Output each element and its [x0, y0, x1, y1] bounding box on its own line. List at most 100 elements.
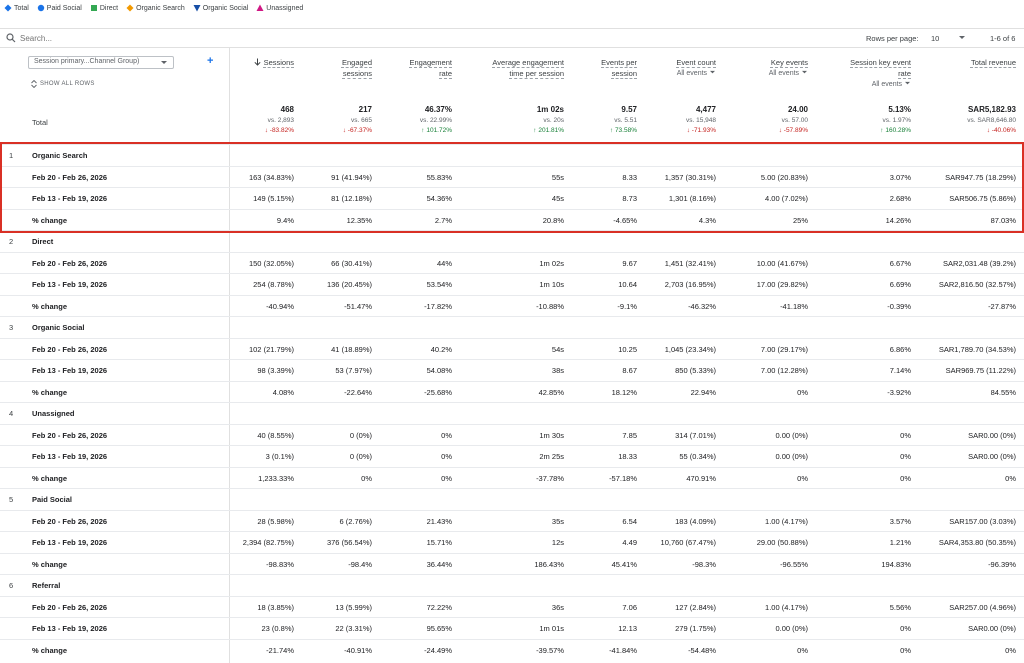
- table-cell: 29.00 (50.88%): [756, 538, 808, 547]
- total-value: 4,477: [695, 105, 716, 114]
- legend-item[interactable]: Organic Search: [126, 4, 185, 12]
- row-number: 3: [9, 323, 14, 332]
- table-cell: 1,451 (32.41%): [664, 258, 716, 268]
- total-cell: 9.57 vs. 5.51 ↑ 73.58%: [610, 104, 637, 136]
- channel-row[interactable]: 4 Unassigned: [0, 402, 1024, 424]
- column-header[interactable]: Session key event rate All events: [850, 57, 911, 90]
- dimension-label: Session primary...Channel Group): [34, 58, 140, 65]
- table-row: % change 1,233.33% 0% 0% -37.78% -57.18% 470.9…: [0, 466, 1024, 489]
- table-cell: 0%: [1005, 473, 1016, 483]
- total-cell: 217 vs. 665 ↓ -67.37%: [343, 104, 372, 136]
- channel-name: Unassigned: [32, 409, 75, 418]
- table-cell: 4.00 (7.02%): [765, 194, 808, 203]
- table-cell: 1,357 (30.31%): [664, 172, 716, 182]
- row-label: Feb 20 - Feb 26, 2026: [32, 172, 108, 182]
- table-cell: 1.00 (4.17%): [765, 602, 808, 612]
- total-delta: ↑ 160.28%: [880, 127, 911, 134]
- channel-row[interactable]: 3 Organic Social: [0, 316, 1024, 338]
- table-cell: 2m 25s: [539, 452, 564, 461]
- table-cell: SAR506.75 (5.86%): [949, 194, 1016, 203]
- table-cell: 98 (3.39%): [257, 366, 294, 375]
- column-header[interactable]: Engaged sessions: [342, 57, 372, 79]
- column-title: Sessions: [263, 58, 294, 67]
- column-title: Key events: [770, 58, 808, 67]
- total-delta: ↑ 101.72%: [421, 127, 452, 134]
- column-title: Average engagement: [492, 58, 564, 67]
- table-cell: 25%: [792, 215, 808, 225]
- column-title-line2: rate: [439, 69, 452, 78]
- column-header[interactable]: Events per session: [601, 57, 637, 79]
- table-row: Feb 13 - Feb 19, 2026 98 (3.39%) 53 (7.97%…: [0, 359, 1024, 381]
- table-cell: 14.26%: [885, 215, 911, 225]
- table-cell: 66 (30.41%): [331, 258, 372, 268]
- table-cell: 5.00 (20.83%): [760, 172, 808, 182]
- table-cell: 36.44%: [426, 559, 452, 569]
- table-cell: 470.91%: [686, 473, 716, 483]
- table-row: Feb 20 - Feb 26, 2026 18 (3.85%) 13 (5.99%…: [0, 595, 1024, 618]
- column-header[interactable]: Engagement rate: [409, 57, 452, 79]
- table-cell: 149 (5.15%): [253, 194, 294, 203]
- circle-icon: [37, 4, 44, 12]
- table-cell: 9.4%: [276, 215, 294, 225]
- table-cell: -21.74%: [266, 645, 294, 655]
- show-all-rows-button[interactable]: SHOW ALL ROWS: [31, 80, 95, 88]
- total-compare: vs. 1.97%: [882, 117, 911, 124]
- caret-down-icon[interactable]: [958, 35, 966, 41]
- table-cell: -98.83%: [266, 559, 294, 569]
- legend-item[interactable]: Unassigned: [256, 4, 303, 12]
- rows-per-page-select[interactable]: 10: [931, 34, 939, 43]
- channel-name: Referral: [32, 581, 61, 590]
- legend-item[interactable]: Total: [4, 4, 29, 12]
- total-cell: 24.00 vs. 57.00 ↓ -57.89%: [779, 104, 808, 136]
- table-cell: SAR0.00 (0%): [968, 452, 1016, 461]
- table-row: Feb 13 - Feb 19, 2026 254 (8.78%) 136 (20.…: [0, 273, 1024, 295]
- total-compare: vs. 15,948: [686, 117, 716, 124]
- table-cell: 7.14%: [889, 366, 911, 375]
- search-input[interactable]: [20, 32, 320, 45]
- row-label: Feb 20 - Feb 26, 2026: [32, 258, 108, 268]
- table-cell: 279 (1.75%): [675, 624, 716, 633]
- legend-item[interactable]: Paid Social: [37, 4, 82, 12]
- total-cell: 46.37% vs. 22.99% ↑ 101.72%: [420, 104, 452, 136]
- table-cell: 2.68%: [889, 194, 911, 203]
- column-header[interactable]: Key events All events: [769, 57, 808, 79]
- event-filter-select[interactable]: All events: [677, 70, 707, 77]
- row-label: Feb 13 - Feb 19, 2026: [32, 194, 108, 203]
- column-header[interactable]: Sessions: [254, 57, 294, 68]
- table-cell: 0%: [441, 430, 452, 440]
- table-cell: 22 (3.31%): [335, 624, 372, 633]
- table-cell: -22.64%: [344, 387, 372, 397]
- add-dimension-button[interactable]: +: [207, 55, 213, 67]
- event-filter-select[interactable]: All events: [872, 81, 902, 88]
- table-cell: 314 (7.01%): [675, 430, 716, 440]
- total-value: 1m 02s: [536, 105, 564, 114]
- legend-item[interactable]: Organic Social: [193, 4, 248, 12]
- table-cell: 163 (34.83%): [248, 172, 294, 182]
- channel-row[interactable]: 1 Organic Search: [0, 144, 1024, 166]
- column-header[interactable]: Average engagement time per session: [492, 57, 564, 79]
- dimension-selector[interactable]: Session primary...Channel Group): [28, 56, 174, 69]
- table-cell: SAR257.00 (4.96%): [949, 602, 1016, 612]
- caret-down-icon: [161, 61, 167, 64]
- channel-row[interactable]: 5 Paid Social: [0, 488, 1024, 510]
- table-row: Feb 20 - Feb 26, 2026 102 (21.79%) 41 (18.…: [0, 337, 1024, 360]
- legend-item[interactable]: Direct: [90, 4, 118, 12]
- channel-row[interactable]: 2 Direct: [0, 230, 1024, 252]
- table-cell: 150 (32.05%): [248, 258, 294, 268]
- table-cell: 4.3%: [698, 215, 716, 225]
- table-row: % change -40.94% -51.47% -17.82% -10.88% -9.1…: [0, 294, 1024, 317]
- column-header[interactable]: Total revenue: [971, 57, 1016, 68]
- channel-row[interactable]: 6 Referral: [0, 574, 1024, 596]
- table-cell: 13 (5.99%): [335, 602, 372, 612]
- total-compare: vs. 20s: [543, 117, 564, 124]
- table-cell: 20.8%: [542, 215, 564, 225]
- channel-name: Direct: [32, 237, 54, 246]
- table-cell: 0 (0%): [349, 452, 372, 461]
- column-header[interactable]: Event count All events: [676, 57, 716, 79]
- row-label: % change: [32, 215, 68, 225]
- table-cell: 3 (0.1%): [265, 452, 294, 461]
- event-filter-select[interactable]: All events: [769, 70, 799, 77]
- column-title-line2: rate: [898, 69, 911, 78]
- caret-down-icon: [710, 70, 715, 74]
- chart-legend: Total Paid Social Direct Organic Search Orga…: [4, 2, 303, 14]
